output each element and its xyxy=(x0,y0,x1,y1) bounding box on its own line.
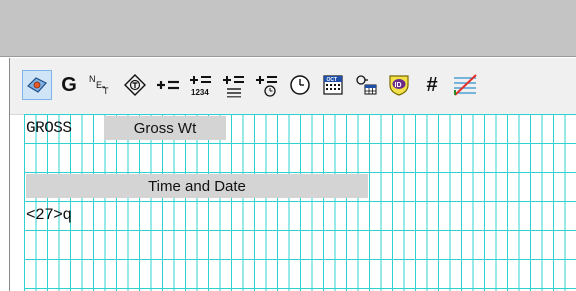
add-text-field-tool-icon[interactable] xyxy=(219,70,249,100)
svg-text:1234: 1234 xyxy=(191,88,209,97)
line-draw-tool-icon[interactable] xyxy=(450,70,480,100)
date-calendar-tool-icon[interactable]: OCT xyxy=(318,70,348,100)
svg-text:N: N xyxy=(89,74,96,84)
window-title-bar xyxy=(0,0,576,57)
clock-tool-icon[interactable] xyxy=(285,70,315,100)
diamond-t-tool-icon[interactable] xyxy=(120,70,150,100)
control-code-text[interactable]: <27>q xyxy=(26,204,72,226)
gross-wt-field[interactable]: Gross Wt xyxy=(104,116,226,140)
net-tare-tool-icon[interactable]: N E T xyxy=(86,70,116,100)
add-time-field-tool-icon[interactable] xyxy=(252,70,282,100)
gross-code-text[interactable]: GROSS xyxy=(26,117,72,139)
svg-text:ID: ID xyxy=(395,82,402,89)
id-shield-tool-icon[interactable]: ID xyxy=(384,70,414,100)
toolbar: G N E T 1234 OCT ID # xyxy=(10,58,576,115)
add-numeric-field-tool-icon[interactable]: 1234 xyxy=(186,70,216,100)
hash-tool-icon[interactable]: # xyxy=(417,70,447,100)
svg-text:OCT: OCT xyxy=(327,77,338,83)
key-grid-tool-icon[interactable] xyxy=(351,70,381,100)
label-design-grid[interactable] xyxy=(24,114,576,291)
select-tool-icon[interactable] xyxy=(22,70,52,100)
time-and-date-field[interactable]: Time and Date xyxy=(26,174,368,198)
gross-weight-tool-icon[interactable]: G xyxy=(54,70,84,100)
svg-text:E: E xyxy=(96,80,102,90)
add-field-tool-icon[interactable] xyxy=(153,70,183,100)
